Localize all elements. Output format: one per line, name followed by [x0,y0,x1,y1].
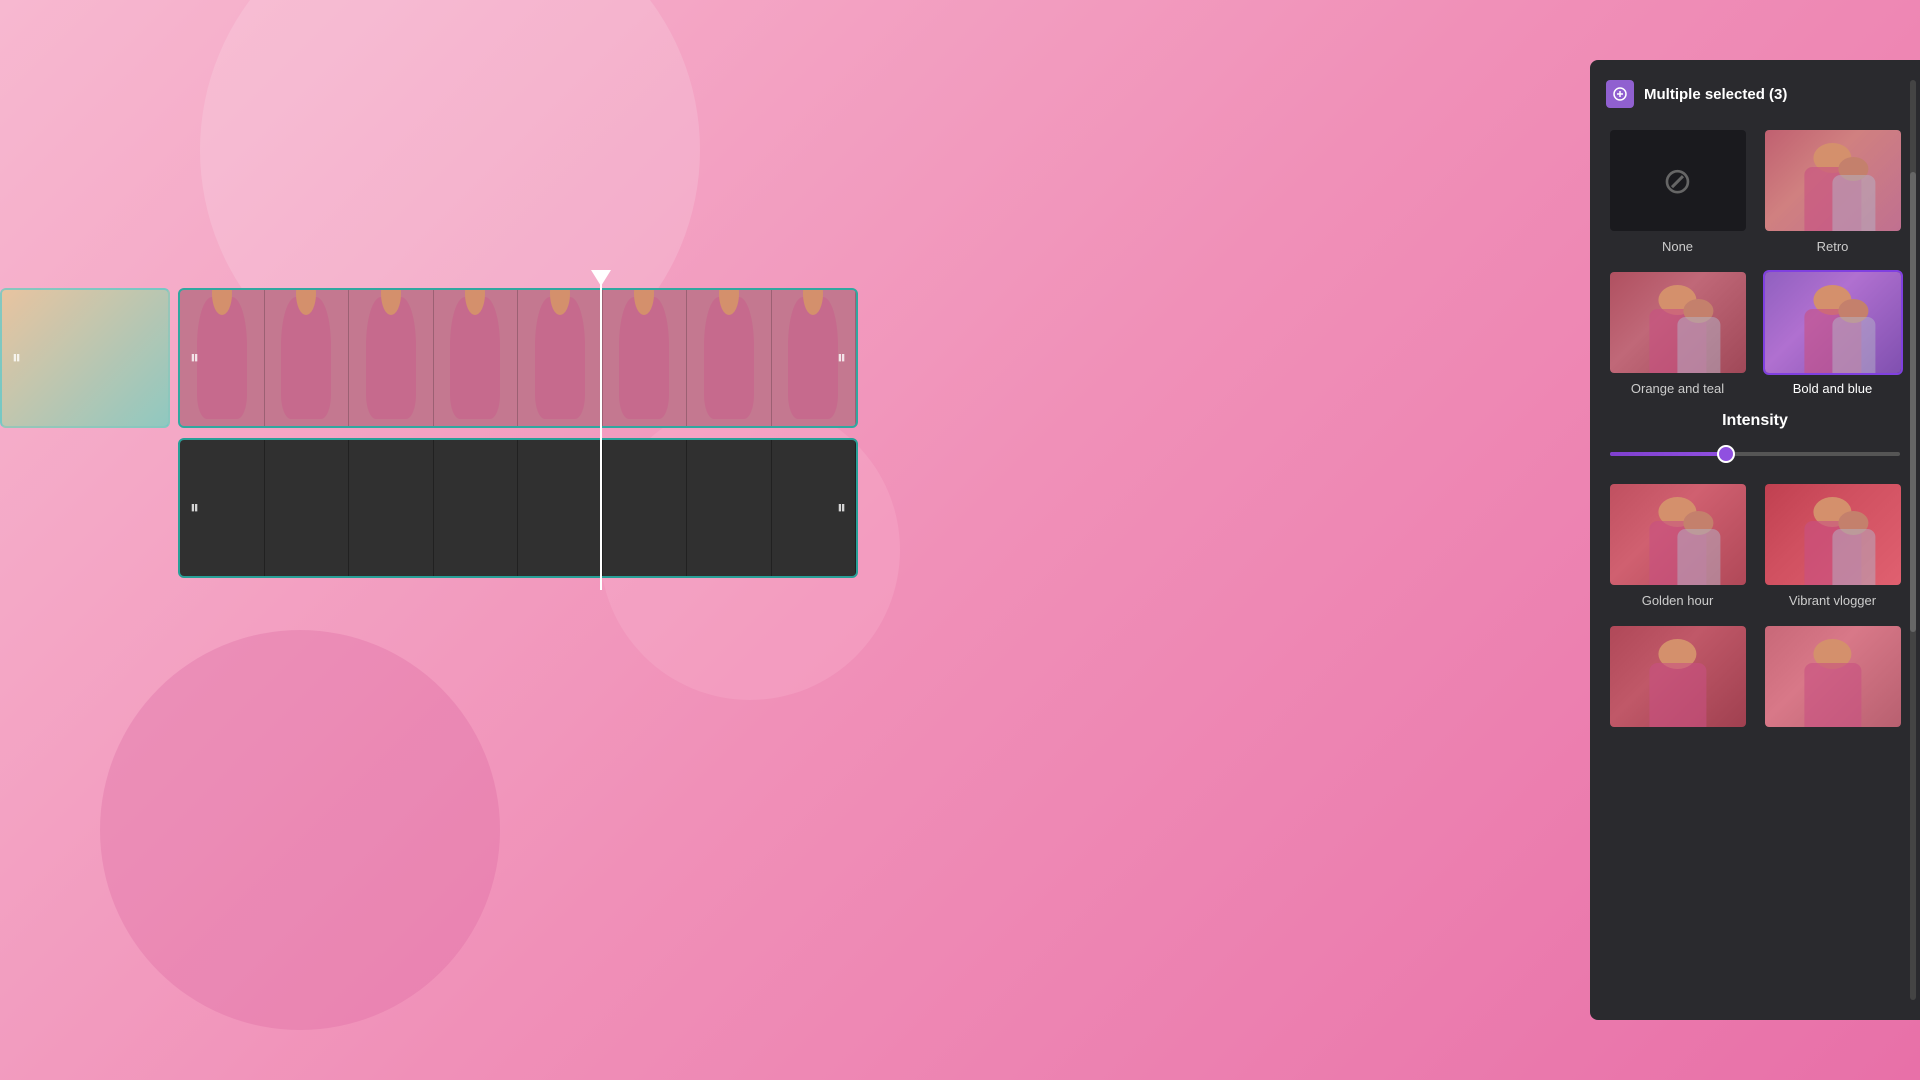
panel-scrollbar-thumb [1910,172,1916,632]
thumb-d5 [518,440,603,576]
filter-bold-blue-thumb [1763,270,1903,375]
filter-extra-1-thumb [1608,624,1748,729]
clip-left-pause-icon: ⏸ [12,348,21,369]
filter-none[interactable]: ⊘ None [1606,128,1749,254]
thumb-d3 [349,440,434,576]
filter-orange-teal-label: Orange and teal [1631,381,1724,396]
filter-none-label: None [1662,239,1693,254]
filter-golden-hour-thumb [1608,482,1748,587]
filter-grid-top: ⊘ None Retro [1606,128,1904,254]
track2-pause-left: ⏸ [190,498,199,519]
track2-pause-right: ⏸ [837,498,846,519]
intensity-section: Intensity [1606,412,1904,466]
color-clip[interactable]: ⏸ [0,288,170,428]
filter-retro-thumb [1763,128,1903,233]
intensity-track [1610,452,1900,456]
filter-orange-teal-thumb [1608,270,1748,375]
intensity-label: Intensity [1606,412,1904,430]
filter-extra-2-thumb [1763,624,1903,729]
track1-pause-left: ⏸ [190,348,199,369]
thumb-7 [687,290,772,426]
filter-grid-mid: Orange and teal Bold and blue [1606,270,1904,396]
filter-panel: Multiple selected (3) ⊘ None [1590,60,1920,1020]
playhead-handle [591,270,611,286]
playhead[interactable] [600,270,602,590]
filter-bold-blue-label: Bold and blue [1793,381,1873,396]
filter-extra-2[interactable] [1761,624,1904,729]
thumb-d6 [603,440,688,576]
filter-vibrant-vlogger-thumb [1763,482,1903,587]
filter-none-thumb: ⊘ [1608,128,1748,233]
thumb-4 [434,290,519,426]
thumb-d2 [265,440,350,576]
thumb-d7 [687,440,772,576]
video-track-1[interactable]: ⏸ ⏸ [178,288,858,428]
panel-scrollbar[interactable] [1910,80,1916,1000]
film-strip-1 [180,290,856,426]
thumb-2 [265,290,350,426]
timeline-area: ⏸ [0,270,980,600]
thumb-d4 [434,440,519,576]
filter-vibrant-vlogger[interactable]: Vibrant vlogger [1761,482,1904,608]
filter-extra-1[interactable] [1606,624,1749,729]
video-track-2[interactable]: ⏸ ⏸ [178,438,858,578]
thumb-5 [518,290,603,426]
panel-title: Multiple selected (3) [1644,86,1787,103]
filter-golden-hour-label: Golden hour [1642,593,1714,608]
thumb-3 [349,290,434,426]
filter-vibrant-vlogger-label: Vibrant vlogger [1789,593,1876,608]
bg-decoration-2 [100,630,500,1030]
thumb-6 [603,290,688,426]
filter-retro-label: Retro [1817,239,1849,254]
panel-icon [1606,80,1634,108]
filter-grid-bottom1: Golden hour Vibrant vlogger [1606,482,1904,608]
filter-orange-teal[interactable]: Orange and teal [1606,270,1749,396]
none-icon: ⊘ [1662,160,1692,202]
filter-golden-hour[interactable]: Golden hour [1606,482,1749,608]
intensity-fill [1610,452,1726,456]
intensity-thumb[interactable] [1717,445,1735,463]
intensity-slider-container[interactable] [1606,442,1904,466]
filter-bold-blue[interactable]: Bold and blue [1761,270,1904,396]
panel-header: Multiple selected (3) [1606,80,1904,108]
filter-grid-bottom2 [1606,624,1904,729]
filter-retro[interactable]: Retro [1761,128,1904,254]
film-strip-2 [180,440,856,576]
track1-pause-right: ⏸ [837,348,846,369]
